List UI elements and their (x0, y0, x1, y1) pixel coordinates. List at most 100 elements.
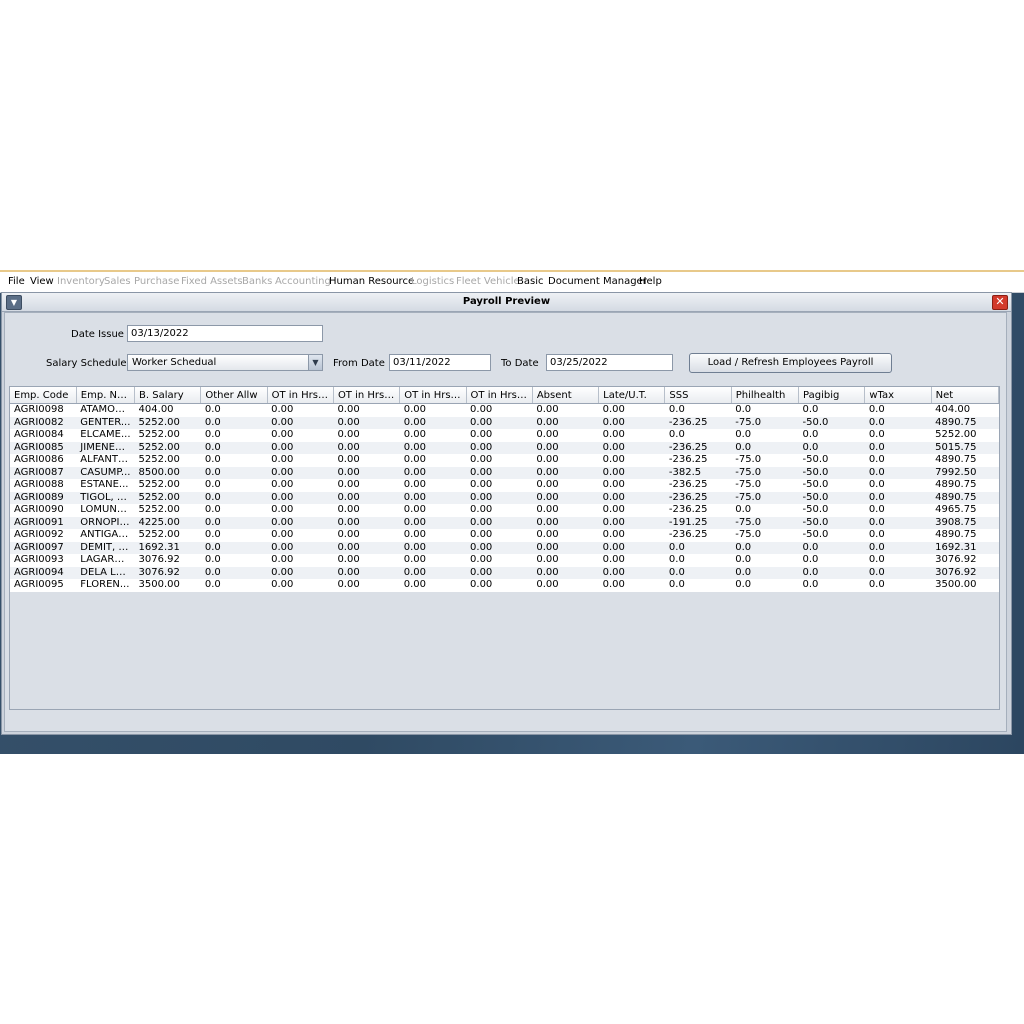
table-cell: AGRI0097 (14, 541, 64, 553)
table-cell: ANTIGA, ... (80, 529, 135, 541)
from-date-field[interactable]: 03/11/2022 (389, 354, 491, 371)
table-cell: CASUMP... (80, 466, 131, 478)
date-issue-field[interactable]: 03/13/2022 (127, 325, 323, 342)
menu-file[interactable]: File (8, 276, 25, 287)
column-header[interactable]: Philhealth (731, 387, 800, 404)
table-cell: AGRI0086 (14, 454, 64, 466)
table-row[interactable]: AGRI0091 ORNOPIA... 4225.00 0.0 0.00 0.00 0.00… (10, 516, 999, 529)
column-header[interactable]: wTax (864, 387, 932, 404)
close-icon[interactable]: ✕ (992, 295, 1008, 310)
table-cell: -75.0 (735, 479, 762, 491)
table-cell: 0.0 (802, 541, 819, 553)
table-cell: 0.0 (204, 491, 221, 503)
table-row[interactable]: AGRI0088 ESTANE... 5252.00 0.0 0.00 0.00 0.00 0… (10, 479, 999, 492)
table-row[interactable]: AGRI0095 FLOREN... 3500.00 0.0 0.00 0.00 0.00 0… (10, 579, 999, 592)
table-cell: 0.0 (868, 579, 885, 591)
window-titlebar[interactable]: ▼ Payroll Preview ✕ (2, 293, 1011, 312)
table-cell: 1692.31 (935, 541, 977, 553)
table-cell: 0.0 (735, 504, 752, 516)
table-row[interactable]: AGRI0092 ANTIGA, ... 5252.00 0.0 0.00 0.00 0.0… (10, 529, 999, 542)
menu-accounting[interactable]: Accounting (275, 276, 331, 287)
table-cell: 0.0 (204, 416, 221, 428)
table-row[interactable]: AGRI0098 ATAMOS... 404.00 0.0 0.00 0.00 0.00 0.… (10, 403, 999, 417)
table-cell: 5252.00 (138, 504, 180, 516)
menu-fleet-vehicle[interactable]: Fleet Vehicle (456, 276, 520, 287)
table-cell: FLOREN... (80, 579, 130, 591)
table-cell: 0.0 (204, 466, 221, 478)
table-cell: 0.00 (602, 516, 625, 528)
table-row[interactable]: AGRI0089 TIGOL, MI... 5252.00 0.0 0.00 0.00 0.… (10, 491, 999, 504)
table-cell: 0.00 (337, 529, 360, 541)
column-header[interactable]: OT in Hrs (2... (267, 387, 334, 404)
table-cell: 0.0 (735, 554, 752, 566)
column-header[interactable]: B. Salary (134, 387, 202, 404)
table-cell: 0.00 (536, 454, 559, 466)
menu-document-manager[interactable]: Document Manager (548, 276, 647, 287)
to-date-field[interactable]: 03/25/2022 (546, 354, 673, 371)
column-header[interactable]: SSS (664, 387, 732, 404)
column-header[interactable]: Emp. Name (76, 387, 136, 404)
table-cell: AGRI0087 (14, 466, 64, 478)
load-refresh-payroll-button[interactable]: Load / Refresh Employees Payroll (689, 353, 892, 373)
table-cell: 0.00 (403, 441, 426, 453)
table-cell: 0.0 (735, 429, 752, 441)
table-cell: 0.00 (536, 416, 559, 428)
table-row[interactable]: AGRI0090 LOMUNT... 5252.00 0.0 0.00 0.00 0.00 0… (10, 504, 999, 517)
table-cell: 0.00 (403, 529, 426, 541)
table-cell: -75.0 (735, 454, 762, 466)
menu-human-resource[interactable]: Human Resource (329, 276, 414, 287)
table-cell: 0.00 (271, 491, 294, 503)
menu-view[interactable]: View (30, 276, 54, 287)
table-cell: 0.00 (602, 441, 625, 453)
table-cell: 5252.00 (138, 529, 180, 541)
table-cell: 0.00 (536, 404, 559, 416)
table-cell: -236.25 (668, 479, 708, 491)
payroll-table-container[interactable]: Emp. Code Emp. Name B. Salary Other Allw OT … (9, 386, 1000, 710)
salary-schedule-select[interactable]: Worker Schedual ▼ (127, 354, 323, 371)
column-header[interactable]: Emp. Code (10, 387, 77, 404)
table-cell: DELA LE... (80, 566, 132, 578)
table-cell: 4890.75 (935, 454, 977, 466)
table-row[interactable]: AGRI0086 ALFANTE... 5252.00 0.0 0.00 0.00 0.00… (10, 454, 999, 467)
column-header[interactable]: Absent (532, 387, 600, 404)
table-cell: 0.00 (337, 404, 360, 416)
column-header[interactable]: Late/U.T. (598, 387, 666, 404)
table-cell: 0.00 (337, 429, 360, 441)
column-header[interactable]: OT in Hrs (1... (466, 387, 533, 404)
table-row[interactable]: AGRI0094 DELA LE... 3076.92 0.0 0.00 0.00 0.00… (10, 566, 999, 579)
column-header[interactable]: OT in Hrs (5... (399, 387, 467, 404)
table-row[interactable]: AGRI0087 CASUMP... 8500.00 0.0 0.00 0.00 0.00 0… (10, 466, 999, 479)
menu-banks[interactable]: Banks (242, 276, 272, 287)
table-row[interactable]: AGRI0093 LAGARNI... 3076.92 0.0 0.00 0.00 0.00… (10, 554, 999, 567)
table-cell: 0.00 (470, 554, 493, 566)
table-cell: 0.0 (735, 441, 752, 453)
column-header[interactable]: OT in Hrs (3... (333, 387, 401, 404)
table-cell: 0.0 (735, 404, 752, 416)
table-cell: 0.00 (337, 516, 360, 528)
table-cell: 0.00 (271, 541, 294, 553)
menu-purchase[interactable]: Purchase (134, 276, 179, 287)
table-row[interactable]: AGRI0085 JIMENEZ... 5252.00 0.0 0.00 0.00 0.00… (10, 441, 999, 454)
table-row[interactable]: AGRI0084 ELCAME... 5252.00 0.0 0.00 0.00 0.00 0… (10, 429, 999, 442)
table-cell: 0.0 (868, 429, 885, 441)
table-cell: 404.00 (138, 404, 174, 416)
table-cell: 0.0 (204, 579, 221, 591)
menu-inventory[interactable]: Inventory (57, 276, 105, 287)
menu-logistics[interactable]: Logistics (411, 276, 454, 287)
column-header[interactable]: Net (931, 387, 1000, 404)
column-header[interactable]: Pagibig (798, 387, 866, 404)
table-cell: 0.00 (602, 566, 625, 578)
menu-basic[interactable]: Basic (517, 276, 543, 287)
table-cell: 0.0 (868, 416, 885, 428)
table-row[interactable]: AGRI0097 DEMIT, R... 1692.31 0.0 0.00 0.00 0.0… (10, 541, 999, 554)
table-cell: 0.00 (470, 404, 493, 416)
menu-fixed-assets[interactable]: Fixed Assets (181, 276, 243, 287)
table-row[interactable]: AGRI0082 GENTER... 5252.00 0.0 0.00 0.00 0.00 0… (10, 416, 999, 429)
table-cell: 0.00 (337, 579, 360, 591)
menu-help[interactable]: Help (639, 276, 662, 287)
table-cell: ESTANE... (80, 479, 129, 491)
menu-sales[interactable]: Sales (104, 276, 131, 287)
triangle-down-icon[interactable]: ▼ (308, 355, 322, 370)
table-cell: 0.0 (735, 579, 752, 591)
column-header[interactable]: Other Allw (200, 387, 268, 404)
